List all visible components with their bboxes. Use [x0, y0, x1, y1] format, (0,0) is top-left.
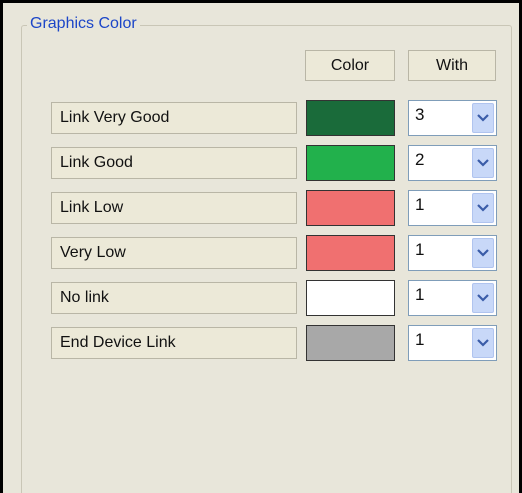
width-select-link-low[interactable]: 1: [408, 190, 497, 226]
dropdown-button[interactable]: [472, 193, 494, 223]
chevron-down-icon: [477, 339, 489, 347]
chevron-down-icon: [477, 294, 489, 302]
row-label-link-very-good: Link Very Good: [51, 102, 297, 134]
width-select-value: 1: [415, 285, 425, 304]
width-select-no-link[interactable]: 1: [408, 280, 497, 316]
width-column-header: With: [408, 50, 496, 81]
dropdown-button[interactable]: [472, 283, 494, 313]
chevron-down-icon: [477, 249, 489, 257]
dropdown-button[interactable]: [472, 328, 494, 358]
chevron-down-icon: [477, 159, 489, 167]
color-column-header: Color: [305, 50, 395, 81]
groupbox-title: Graphics Color: [27, 15, 140, 33]
graphics-color-panel: Graphics Color Color With Link Very Good…: [7, 7, 518, 493]
color-swatch-end-device-link[interactable]: [306, 325, 395, 361]
width-select-value: 1: [415, 195, 425, 214]
window-frame: Graphics Color Color With Link Very Good…: [0, 0, 522, 493]
dropdown-button[interactable]: [472, 238, 494, 268]
chevron-down-icon: [477, 114, 489, 122]
width-select-link-good[interactable]: 2: [408, 145, 497, 181]
dropdown-button[interactable]: [472, 148, 494, 178]
width-select-link-very-good[interactable]: 3: [408, 100, 497, 136]
width-select-value: 3: [415, 105, 425, 124]
width-select-end-device-link[interactable]: 1: [408, 325, 497, 361]
width-select-value: 1: [415, 240, 425, 259]
row-label-link-low: Link Low: [51, 192, 297, 224]
chevron-down-icon: [477, 204, 489, 212]
row-label-link-good: Link Good: [51, 147, 297, 179]
dropdown-button[interactable]: [472, 103, 494, 133]
color-swatch-link-low[interactable]: [306, 190, 395, 226]
color-swatch-very-low[interactable]: [306, 235, 395, 271]
width-select-value: 1: [415, 330, 425, 349]
color-swatch-no-link[interactable]: [306, 280, 395, 316]
width-select-value: 2: [415, 150, 425, 169]
color-swatch-link-very-good[interactable]: [306, 100, 395, 136]
width-select-very-low[interactable]: 1: [408, 235, 497, 271]
row-label-end-device-link: End Device Link: [51, 327, 297, 359]
row-label-very-low: Very Low: [51, 237, 297, 269]
row-label-no-link: No link: [51, 282, 297, 314]
color-swatch-link-good[interactable]: [306, 145, 395, 181]
